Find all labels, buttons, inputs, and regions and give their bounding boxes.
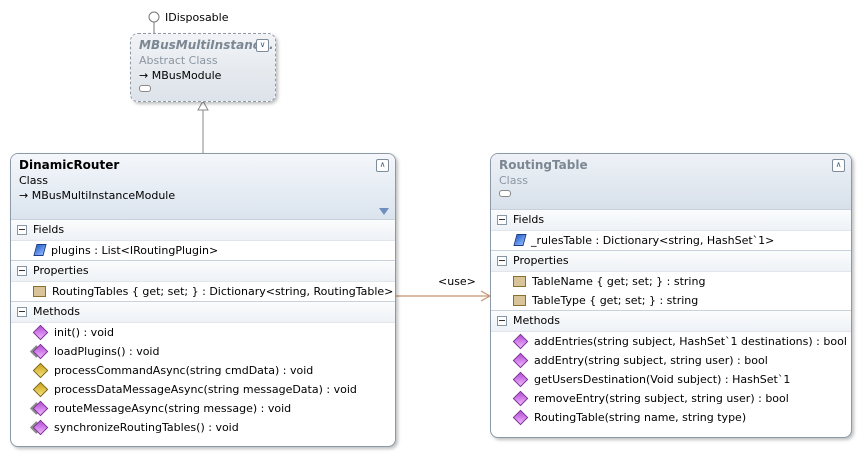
field-row[interactable]: _rulesTable : Dictionary<string, HashSet… (491, 231, 851, 250)
method-text: addEntries(string subject, HashSet`1 des… (534, 335, 847, 348)
method-row[interactable]: loadPlugins() : void (11, 342, 395, 361)
method-text: processCommandAsync(string cmdData) : vo… (54, 364, 314, 377)
fields-section-label: Fields (33, 223, 65, 236)
method-row[interactable]: RoutingTable(string name, string type) (491, 408, 851, 427)
fields-section-header[interactable]: Fields (491, 209, 851, 231)
property-text: TableType { get; set; } : string (532, 294, 699, 307)
property-text: RoutingTables { get; set; } : Dictionary… (52, 285, 394, 298)
method-text: removeEntry(string subject, string user)… (534, 392, 789, 405)
properties-section-header[interactable]: Properties (11, 260, 395, 282)
filter-icon[interactable] (379, 208, 389, 215)
field-row[interactable]: plugins : List<IRoutingPlugin> (11, 241, 395, 260)
dinamic-router-name: DinamicRouter (19, 158, 120, 172)
properties-section-label: Properties (513, 254, 569, 267)
private-method-icon (32, 343, 49, 359)
property-row[interactable]: TableType { get; set; } : string (491, 291, 851, 310)
collapse-minus-icon[interactable] (17, 307, 27, 317)
method-row[interactable]: getUsersDestination(Void subject) : Hash… (491, 370, 851, 389)
collapse-chevron-icon[interactable]: ∧ (832, 159, 845, 172)
properties-section-header[interactable]: Properties (491, 250, 851, 272)
field-text: plugins : List<IRoutingPlugin> (51, 244, 219, 257)
collapse-minus-icon[interactable] (497, 215, 507, 225)
interface-lollipop (148, 11, 160, 23)
method-row[interactable]: removeEntry(string subject, string user)… (491, 389, 851, 408)
abstract-class-name: MBusMultiInstanc... (139, 38, 274, 52)
collapse-minus-icon[interactable] (497, 256, 507, 266)
method-text: processDataMessageAsync(string messageDa… (54, 383, 357, 396)
dinamic-router-header: DinamicRouter Class → MBusMultiInstanceM… (11, 154, 395, 219)
method-row[interactable]: addEntry(string subject, string user) : … (491, 351, 851, 370)
collapse-minus-icon[interactable] (17, 266, 27, 276)
collapse-chevron-icon[interactable]: ∧ (376, 159, 389, 172)
property-icon (513, 275, 526, 287)
method-row[interactable]: synchronizeRoutingTables() : void (11, 418, 395, 437)
property-icon (33, 285, 46, 297)
interface-label: IDisposable (165, 11, 229, 24)
private-method-icon (32, 419, 49, 435)
abstract-class-base: → MBusModule (139, 69, 222, 82)
methods-section-header[interactable]: Methods (11, 301, 395, 323)
methods-section-label: Methods (33, 305, 80, 318)
inheritance-arrowhead (197, 99, 209, 111)
method-icon (512, 333, 529, 349)
dinamic-router-kind: Class (19, 174, 48, 187)
method-text: synchronizeRoutingTables() : void (54, 421, 239, 434)
method-row[interactable]: init() : void (11, 323, 395, 342)
methods-section-label: Methods (513, 314, 560, 327)
protected-method-icon (32, 362, 49, 378)
method-text: RoutingTable(string name, string type) (534, 411, 747, 424)
abstract-class-box[interactable]: MBusMultiInstanc... Abstract Class → MBu… (130, 33, 276, 102)
property-row[interactable]: TableName { get; set; } : string (491, 272, 851, 291)
method-row[interactable]: routeMessageAsync(string message) : void (11, 399, 395, 418)
abstract-class-header: MBusMultiInstanc... Abstract Class → MBu… (131, 34, 275, 101)
method-text: getUsersDestination(Void subject) : Hash… (534, 373, 791, 386)
routing-table-box[interactable]: RoutingTable Class ∧ Fields _rulesTable … (490, 153, 852, 438)
fields-section-label: Fields (513, 213, 545, 226)
method-text: loadPlugins() : void (54, 345, 160, 358)
method-text: addEntry(string subject, string user) : … (534, 354, 768, 367)
property-text: TableName { get; set; } : string (532, 275, 706, 288)
method-row[interactable]: addEntries(string subject, HashSet`1 des… (491, 332, 851, 351)
abstract-class-kind: Abstract Class (139, 54, 218, 67)
protected-method-icon (32, 381, 49, 397)
dinamic-router-base: → MBusMultiInstanceModule (19, 189, 176, 202)
lollipop-small-icon (139, 85, 151, 92)
dinamic-router-box[interactable]: DinamicRouter Class → MBusMultiInstanceM… (10, 153, 396, 447)
field-icon (513, 234, 527, 246)
fields-section-header[interactable]: Fields (11, 219, 395, 241)
method-row[interactable]: processDataMessageAsync(string messageDa… (11, 380, 395, 399)
property-icon (513, 294, 526, 306)
method-row[interactable]: processCommandAsync(string cmdData) : vo… (11, 361, 395, 380)
property-row[interactable]: RoutingTables { get; set; } : Dictionary… (11, 282, 395, 301)
expand-chevron-icon[interactable]: ∨ (256, 39, 269, 52)
method-text: init() : void (54, 326, 114, 339)
association-label: <use> (438, 275, 476, 288)
routing-table-name: RoutingTable (499, 158, 588, 172)
routing-table-header: RoutingTable Class ∧ (491, 154, 851, 209)
methods-section-header[interactable]: Methods (491, 310, 851, 332)
method-icon (512, 352, 529, 368)
lollipop-small-icon (499, 190, 511, 197)
field-icon (33, 244, 47, 256)
properties-section-label: Properties (33, 264, 89, 277)
collapse-minus-icon[interactable] (497, 316, 507, 326)
method-icon (512, 409, 529, 425)
method-text: routeMessageAsync(string message) : void (54, 402, 292, 415)
routing-table-kind: Class (499, 174, 528, 187)
method-icon (512, 371, 529, 387)
collapse-minus-icon[interactable] (17, 225, 27, 235)
method-icon (32, 324, 49, 340)
private-method-icon (32, 400, 49, 416)
method-icon (512, 390, 529, 406)
field-text: _rulesTable : Dictionary<string, HashSet… (531, 234, 775, 247)
